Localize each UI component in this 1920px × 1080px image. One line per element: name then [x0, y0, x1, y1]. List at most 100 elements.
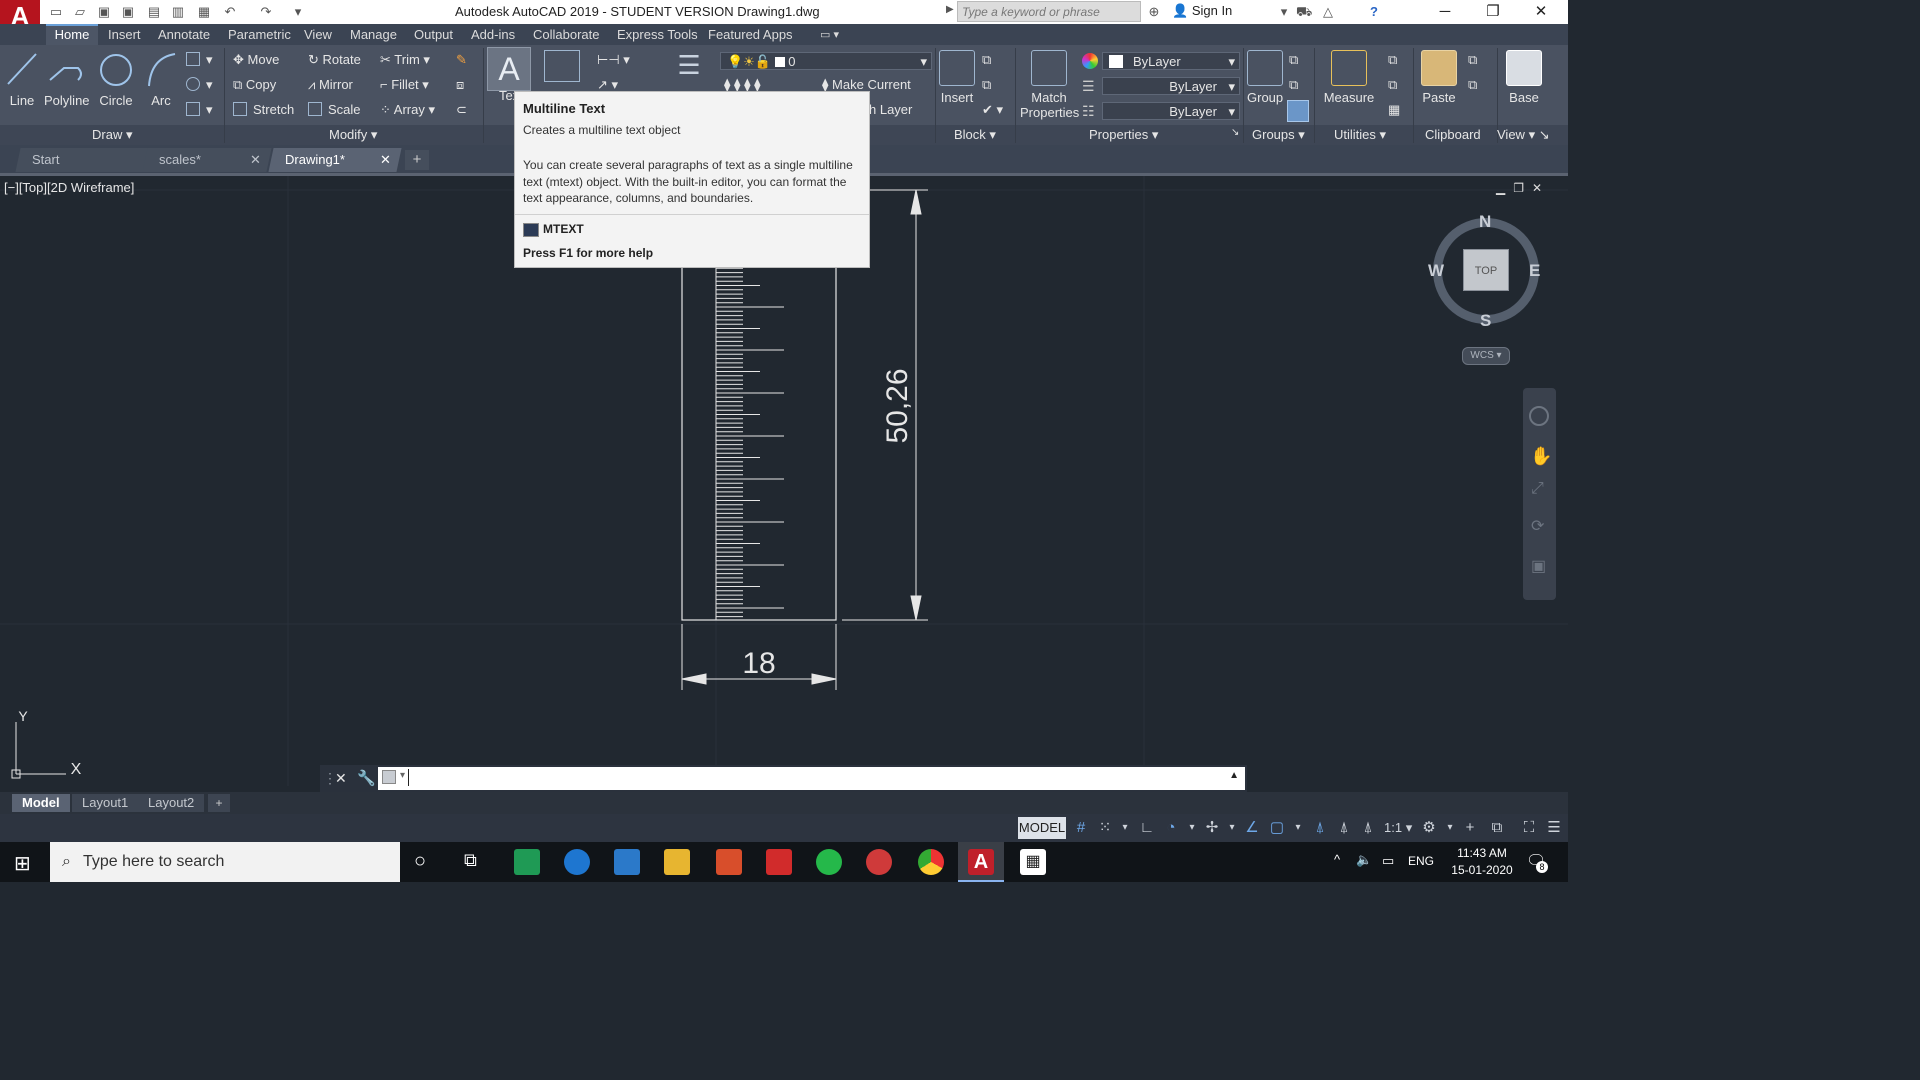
trim-tool[interactable]: ✂ Trim ▾	[380, 52, 430, 68]
customize-wrench-icon[interactable]: 🔧	[357, 769, 376, 787]
customization-menu-icon[interactable]: ☰	[1544, 818, 1564, 838]
linetype-dropdown[interactable]: ByLayer ▾	[1102, 77, 1240, 95]
task-view-icon[interactable]: ⧉	[464, 850, 477, 871]
annotation-monitor-icon[interactable]: +	[1460, 818, 1480, 838]
tab-express-tools[interactable]: Express Tools	[617, 26, 698, 44]
horizontal-dimension-text[interactable]: 18	[742, 647, 775, 680]
paste-tool[interactable]: Paste	[1420, 50, 1458, 105]
whatsapp-icon[interactable]	[816, 849, 842, 875]
snap-icon[interactable]: ⁙	[1095, 818, 1115, 838]
model-space-button[interactable]: MODEL	[1018, 817, 1066, 839]
properties-panel-label[interactable]: Properties ▾	[1089, 127, 1158, 143]
pan-icon[interactable]: ✋	[1530, 446, 1552, 467]
windows-start-icon[interactable]: ⊞	[14, 851, 31, 876]
taskbar-clock[interactable]: 11:43 AM 15-01-2020	[1446, 845, 1518, 879]
explode-icon[interactable]: ⧈	[456, 77, 464, 93]
sign-in-dropdown-icon[interactable]: ▾	[1276, 4, 1292, 20]
modify-panel-label[interactable]: Modify ▾	[329, 127, 377, 143]
compass-west[interactable]: W	[1428, 261, 1444, 281]
layout-tab-model[interactable]: Model	[12, 794, 70, 812]
close-icon[interactable]: ✕	[250, 148, 261, 172]
tab-collaborate[interactable]: Collaborate	[533, 26, 600, 44]
select-all-icon[interactable]: ⧉	[1388, 77, 1397, 93]
chrome-icon[interactable]	[918, 849, 944, 875]
powerpoint-icon[interactable]	[716, 849, 742, 875]
chevron-down-icon[interactable]: ▾	[1288, 818, 1308, 838]
paint-app-icon[interactable]	[866, 849, 892, 875]
zoom-extents-icon[interactable]: ⤢	[1531, 480, 1544, 498]
isodraft-icon[interactable]: ✢	[1202, 818, 1222, 838]
command-input[interactable]: ▾ ▲	[378, 767, 1245, 790]
groups-panel-label[interactable]: Groups ▾	[1252, 127, 1305, 143]
calculator-app-icon[interactable]: ▦	[1020, 849, 1046, 875]
utilities-panel-label[interactable]: Utilities ▾	[1334, 127, 1386, 143]
command-history-icon[interactable]: ▲	[1229, 770, 1239, 781]
group-selection-icon[interactable]	[1287, 100, 1309, 122]
pdf-reader-icon[interactable]	[766, 849, 792, 875]
annotation-visibility-icon[interactable]: ⍋	[1310, 818, 1330, 838]
ellipse-tool[interactable]: ▾	[186, 77, 213, 93]
calculator-icon[interactable]: ▦	[1388, 102, 1400, 118]
offset-icon[interactable]: ⊂	[456, 102, 467, 118]
layout-tab-layout2[interactable]: Layout2	[138, 794, 205, 812]
polar-tracking-icon[interactable]: ◔	[1161, 818, 1181, 838]
tab-manage[interactable]: Manage	[350, 26, 397, 44]
open-file-icon[interactable]: ▱	[72, 4, 88, 20]
color-wheel-icon[interactable]	[1082, 53, 1098, 69]
rectangle-tool[interactable]: ▾	[186, 52, 213, 68]
tab-insert[interactable]: Insert	[108, 26, 141, 44]
tab-add-ins[interactable]: Add-ins	[471, 26, 515, 44]
steering-wheel-icon[interactable]	[1529, 406, 1549, 426]
close-icon[interactable]: ✕	[380, 148, 391, 172]
scale-tool[interactable]: Scale	[308, 102, 361, 117]
dimension-icon[interactable]	[544, 50, 580, 82]
group-tool[interactable]: Group	[1247, 50, 1283, 105]
open-web-icon[interactable]: ▤	[146, 4, 162, 20]
file-explorer-icon[interactable]	[664, 849, 690, 875]
object-snap-tracking-icon[interactable]: ∠	[1242, 818, 1262, 838]
properties-launcher-icon[interactable]: ↘	[1231, 127, 1239, 138]
file-tab-scales[interactable]: scales* ✕	[142, 148, 272, 172]
tab-view[interactable]: View	[304, 26, 332, 44]
chevron-down-icon[interactable]: ▾	[1440, 818, 1460, 838]
store-icon[interactable]	[614, 849, 640, 875]
tab-output[interactable]: Output	[414, 26, 453, 44]
stretch-tool[interactable]: Stretch	[233, 102, 294, 117]
binoculars-icon[interactable]: ⊕	[1146, 4, 1162, 20]
ribbon-minimize-icon[interactable]: ▭ ▾	[820, 26, 839, 44]
close-button[interactable]: ✕	[1518, 0, 1564, 24]
viewcube-top-face[interactable]: TOP	[1463, 249, 1509, 291]
restore-button[interactable]: ❐	[1470, 0, 1516, 24]
recent-commands-icon[interactable]: ▾	[400, 770, 405, 781]
match-layer-button[interactable]: h Layer	[869, 102, 912, 117]
polyline-tool[interactable]: Polyline	[44, 50, 90, 108]
tab-featured-apps[interactable]: Featured Apps	[708, 26, 793, 44]
cut-icon[interactable]: ⧉	[1468, 52, 1477, 68]
auto-scale-icon[interactable]: ⍋	[1334, 818, 1354, 838]
vertical-dimension-text[interactable]: 50,26	[881, 368, 914, 443]
lineweight-dropdown[interactable]: ByLayer ▾	[1102, 102, 1240, 120]
erase-icon[interactable]: ✎	[456, 52, 467, 68]
layer-properties-icon[interactable]: ☰	[670, 50, 708, 86]
minimize-button[interactable]: ─	[1422, 0, 1468, 24]
expand-search-icon[interactable]: ▶	[946, 4, 954, 15]
color-dropdown[interactable]: ByLayer ▾	[1102, 52, 1240, 70]
line-tool[interactable]: Line	[4, 50, 40, 108]
draw-panel-label[interactable]: Draw ▾	[92, 127, 132, 143]
arc-tool[interactable]: Arc	[143, 50, 179, 108]
chevron-down-icon[interactable]: ▾	[1182, 818, 1202, 838]
rotate-tool[interactable]: ↻ Rotate	[308, 52, 361, 68]
ortho-icon[interactable]: ∟	[1137, 818, 1157, 838]
copy-tool[interactable]: ⧉ Copy	[233, 77, 276, 93]
text-tool-icon[interactable]: A	[487, 47, 531, 91]
view-panel-label[interactable]: View ▾ ↘	[1497, 127, 1550, 143]
fillet-tool[interactable]: ⌐ Fillet ▾	[380, 77, 429, 93]
compass-north[interactable]: N	[1479, 212, 1491, 232]
copy-clip-icon[interactable]: ⧉	[1468, 77, 1477, 93]
circle-tool[interactable]: Circle	[96, 50, 136, 108]
add-layout-button[interactable]: +	[208, 794, 230, 812]
battery-icon[interactable]: ▭	[1382, 853, 1394, 869]
hatch-tool[interactable]: ▾	[186, 102, 213, 118]
file-tab-start[interactable]: Start	[15, 148, 149, 172]
workspace-gear-icon[interactable]: ⚙	[1419, 818, 1439, 838]
